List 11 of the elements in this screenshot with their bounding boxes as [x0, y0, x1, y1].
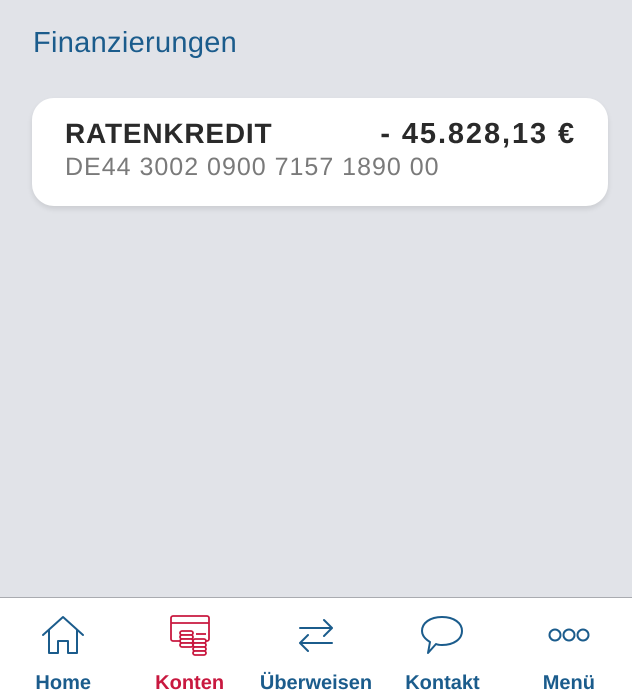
account-iban: DE44 3002 0900 7157 1890 00: [65, 152, 440, 182]
tab-button[interactable]: Konten: [126, 598, 253, 696]
tab-button[interactable]: Home: [0, 598, 126, 696]
section-title: Finanzierungen: [33, 26, 238, 60]
more-dots-icon: [548, 628, 590, 642]
tab-button[interactable]: Menü: [506, 598, 632, 696]
account-card[interactable]: RATENKREDIT - 45.828,13 € DE44 3002 0900 7157 1890 00: [32, 98, 608, 206]
tab-button[interactable]: Kontakt: [379, 598, 506, 696]
account-name: RATENKREDIT: [65, 119, 272, 149]
tab-button[interactable]: Überweisen: [252, 598, 380, 696]
account-balance: - 45.828,13 €: [380, 119, 576, 149]
